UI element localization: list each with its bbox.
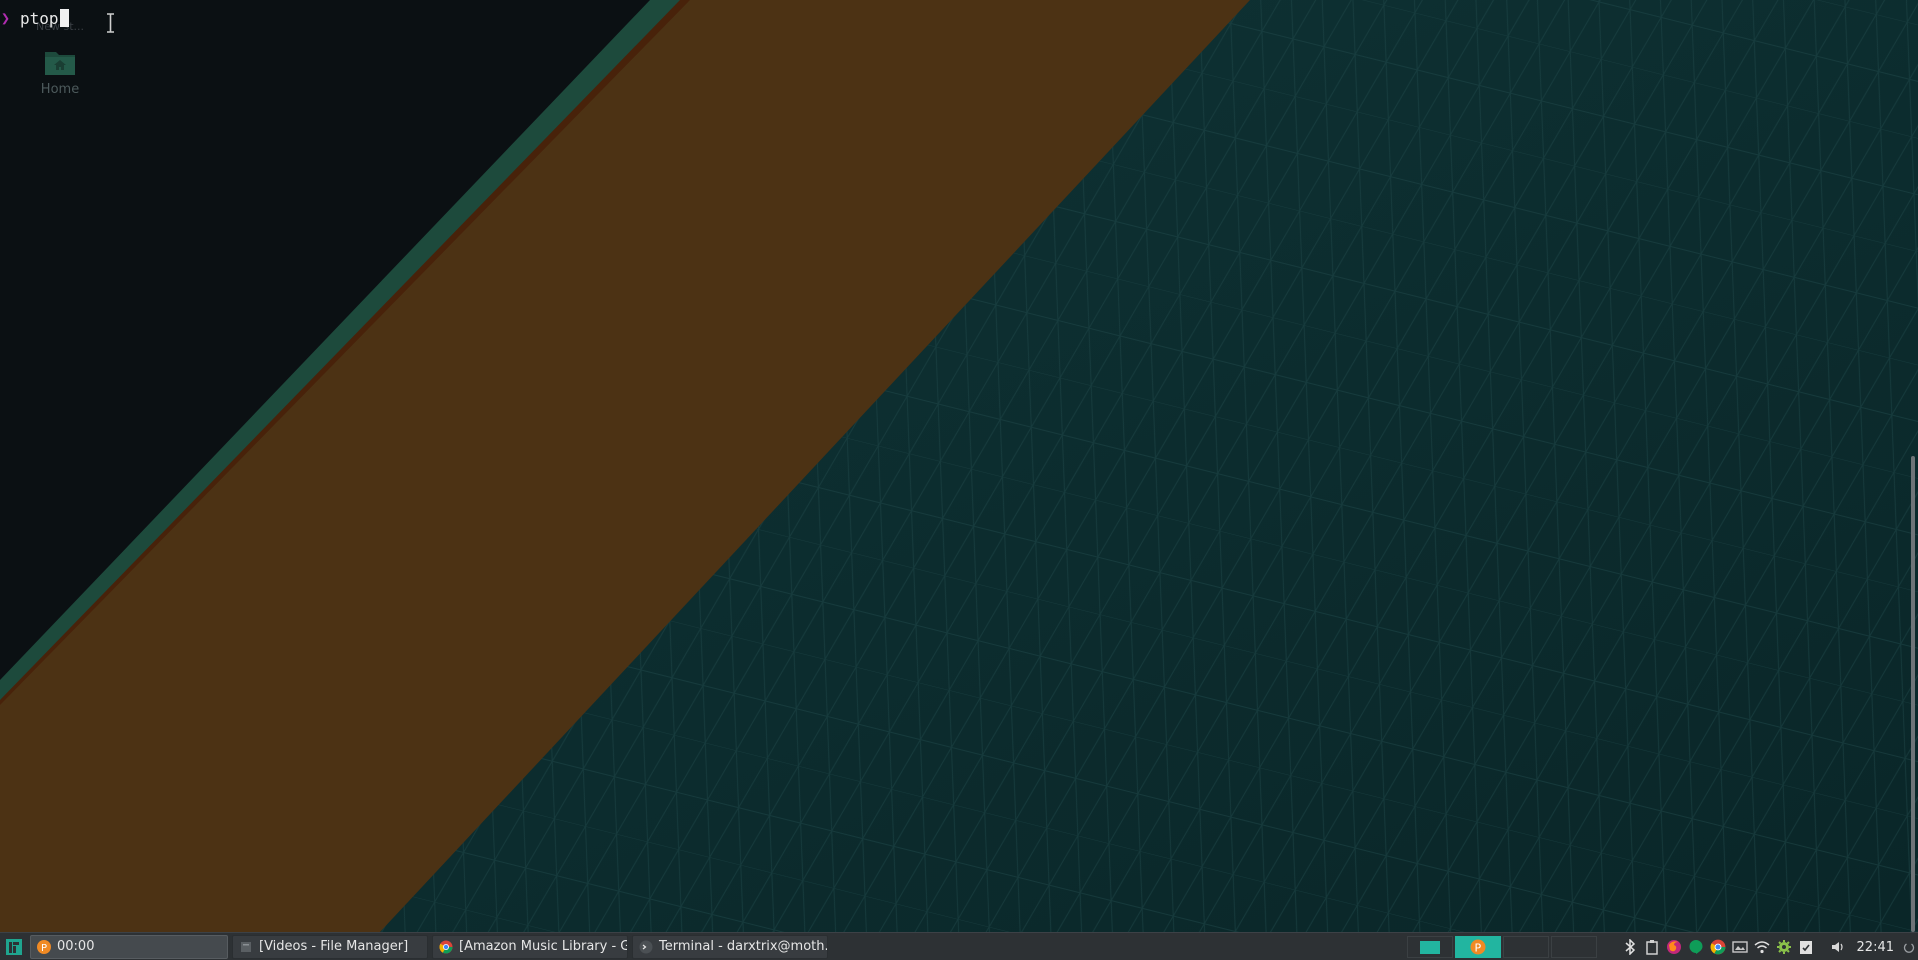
task-chrome[interactable]: [Amazon Music Library - G...: [432, 934, 628, 959]
volume-icon[interactable]: [1827, 933, 1849, 960]
task-pomodoro[interactable]: P 00:00: [30, 934, 228, 959]
terminal-command: ptop: [20, 8, 59, 28]
chrome-tray-icon[interactable]: [1707, 933, 1729, 960]
screenshot-icon[interactable]: [1729, 933, 1751, 960]
firefox-icon[interactable]: [1663, 933, 1685, 960]
system-tray: P 22:41: [1405, 933, 1918, 960]
updates-checklist-icon[interactable]: [1795, 933, 1817, 960]
task-terminal[interactable]: Terminal - darxtrix@moth...: [632, 934, 828, 959]
task-label: Terminal - darxtrix@moth...: [659, 939, 828, 954]
hangouts-icon[interactable]: [1685, 933, 1707, 960]
power-icon[interactable]: [1900, 933, 1918, 960]
desktop-wallpaper: [0, 0, 1918, 932]
applications-menu-button[interactable]: [2, 935, 26, 959]
menu-icon: [6, 938, 22, 955]
chrome-icon: [439, 940, 453, 954]
workspace-3[interactable]: [1502, 936, 1549, 958]
terminal-input-line[interactable]: ❯ ptop: [0, 6, 140, 30]
svg-text:P: P: [1474, 942, 1481, 955]
workspace-1[interactable]: [1406, 936, 1453, 958]
workspace-2[interactable]: P: [1454, 936, 1501, 958]
home-label: Home: [40, 82, 80, 97]
task-label: 00:00: [57, 939, 95, 954]
terminal-icon: [639, 940, 653, 954]
taskbar: P 00:00 [Videos - File Manager] [Amazon …: [0, 932, 1918, 960]
file-manager-icon: [239, 940, 253, 954]
clock[interactable]: 22:41: [1849, 940, 1900, 955]
wifi-icon[interactable]: [1751, 933, 1773, 960]
bluetooth-icon[interactable]: [1619, 933, 1641, 960]
settings-gear-icon[interactable]: [1773, 933, 1795, 960]
task-file-manager[interactable]: [Videos - File Manager]: [232, 934, 428, 959]
desktop-icon-home[interactable]: Home: [30, 48, 90, 97]
text-cursor: [59, 9, 69, 27]
ibeam-cursor-icon: [107, 13, 114, 33]
prompt-chevron-icon: ❯: [1, 9, 11, 27]
task-label: [Amazon Music Library - G...: [459, 939, 628, 954]
svg-text:P: P: [41, 943, 47, 954]
task-label: [Videos - File Manager]: [259, 939, 409, 954]
home-folder-icon: [45, 52, 75, 75]
pomodoro-icon: P: [37, 939, 51, 954]
workspace-4[interactable]: [1550, 936, 1597, 958]
terminal-scrollbar[interactable]: [1909, 0, 1917, 932]
pomodoro-tray-icon: P: [1470, 939, 1486, 955]
clipboard-icon[interactable]: [1641, 933, 1663, 960]
scrollbar-thumb[interactable]: [1911, 456, 1915, 932]
